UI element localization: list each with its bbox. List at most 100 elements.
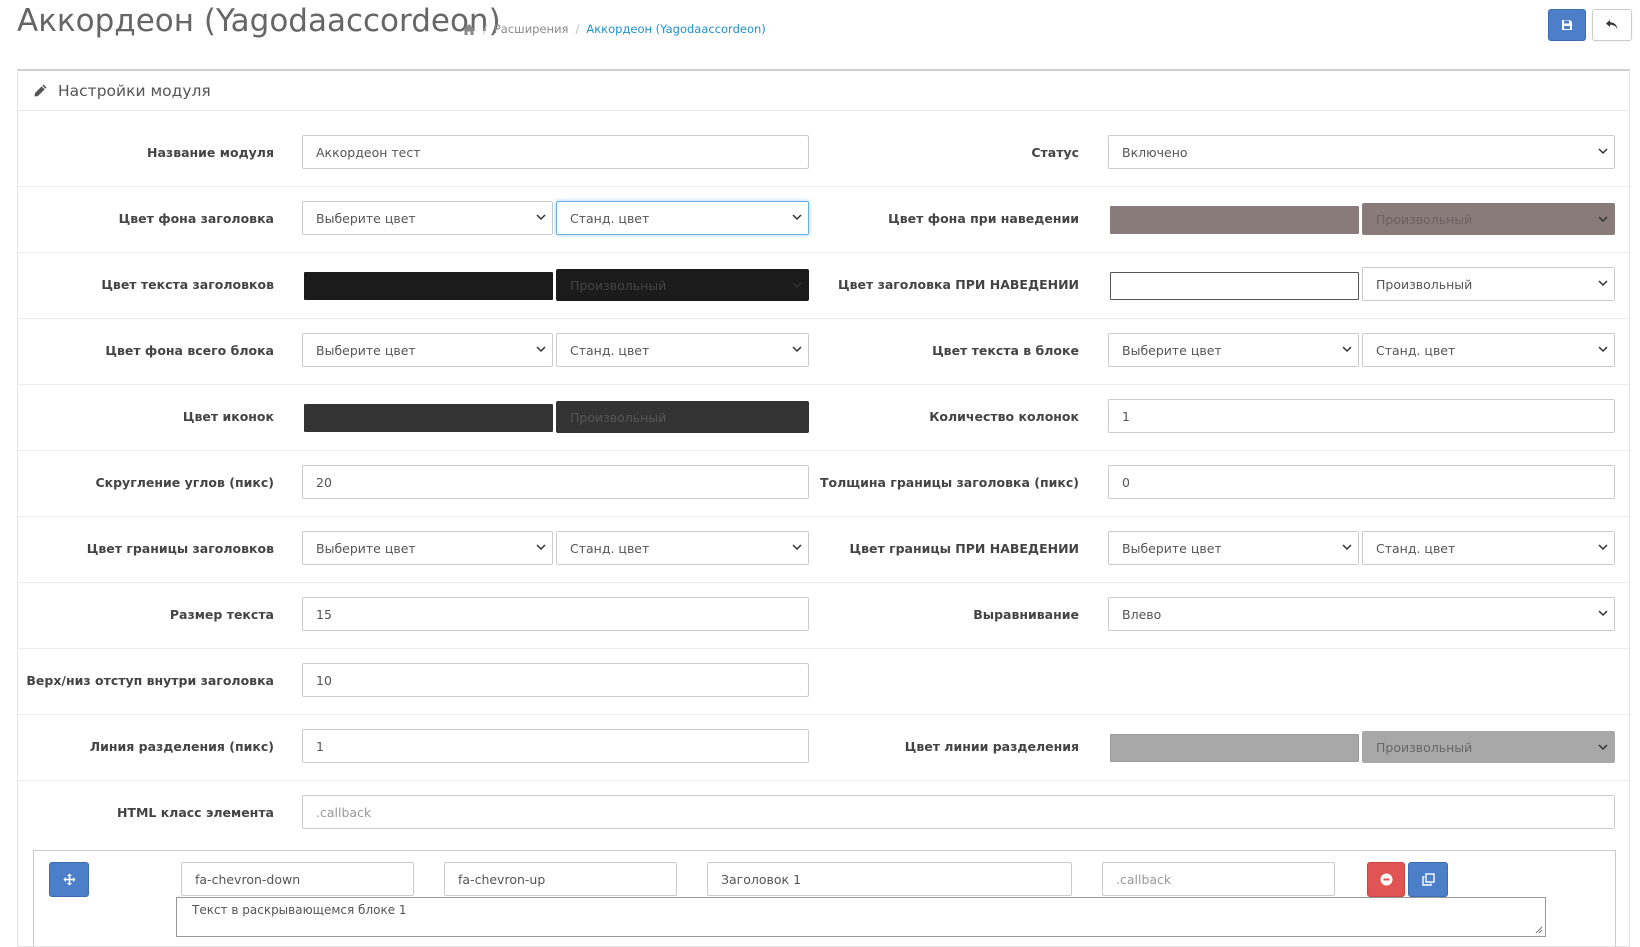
- border-color-std-select[interactable]: Станд. цвет: [556, 531, 809, 565]
- chevron-down-icon: [1598, 610, 1608, 617]
- radius-input[interactable]: 20: [302, 465, 809, 499]
- form-row: Линия разделения (пикс) 1 Цвет линии раз…: [18, 715, 1631, 781]
- breadcrumb-separator: /: [575, 22, 580, 36]
- chevron-down-icon: [536, 346, 546, 353]
- chevron-down-icon: [1598, 544, 1608, 551]
- title-bg-select[interactable]: Выберите цвет: [302, 201, 553, 235]
- columns-input[interactable]: 1: [1108, 399, 1615, 433]
- item-text-value: Текст в раскрывающемся блоке 1: [192, 903, 407, 917]
- label-html-class: HTML класс элемента: [116, 805, 274, 820]
- label-icon-color: Цвет иконок: [182, 409, 274, 424]
- label-title-text-color: Цвет текста заголовков: [101, 277, 274, 292]
- remove-button[interactable]: [1367, 862, 1405, 897]
- chevron-down-icon: [1598, 744, 1608, 751]
- border-hover-std-select[interactable]: Станд. цвет: [1362, 531, 1615, 565]
- status-select[interactable]: Включено: [1108, 135, 1615, 169]
- back-button[interactable]: [1592, 9, 1632, 41]
- select-value: Произвольный: [1376, 739, 1473, 755]
- title-text-color-swatch[interactable]: [304, 272, 553, 300]
- breadcrumb-extensions[interactable]: Расширения: [494, 22, 569, 36]
- icon-open-input[interactable]: fa-chevron-up: [444, 862, 677, 896]
- title-hover-color-select[interactable]: Произвольный: [1362, 267, 1615, 301]
- hover-bg-select[interactable]: Произвольный: [1362, 203, 1615, 235]
- block-bg-select[interactable]: Выберите цвет: [302, 333, 553, 367]
- chevron-down-icon: [536, 214, 546, 221]
- label-border-width: Толщина границы заголовка (пикс): [820, 475, 1079, 490]
- form-row: Цвет границы заголовков Выберите цвет Ст…: [18, 517, 1631, 583]
- hover-bg-color-swatch[interactable]: [1110, 206, 1359, 234]
- label-divider-color: Цвет линии разделения: [904, 739, 1079, 754]
- pencil-icon: [34, 84, 47, 97]
- form-row: Цвет текста заголовков Произвольный Цвет…: [18, 253, 1631, 319]
- label-align: Выравнивание: [973, 607, 1079, 622]
- page-header: Аккордеон (Yagodaaccordeon) / Расширения…: [0, 0, 1640, 60]
- select-value: Выберите цвет: [1122, 540, 1222, 556]
- select-value: Произвольный: [1376, 211, 1473, 227]
- padding-input[interactable]: 10: [302, 663, 809, 697]
- chevron-down-icon: [792, 544, 802, 551]
- divider-color-select[interactable]: Произвольный: [1362, 731, 1615, 763]
- label-title-bg: Цвет фона заголовка: [118, 211, 274, 226]
- block-text-select[interactable]: Выберите цвет: [1108, 333, 1359, 367]
- label-block-text: Цвет текста в блоке: [932, 343, 1079, 358]
- resize-handle-icon[interactable]: [1535, 926, 1543, 934]
- align-select[interactable]: Влево: [1108, 597, 1615, 631]
- floppy-icon: [1562, 20, 1572, 30]
- title-hover-color-swatch[interactable]: [1110, 272, 1359, 300]
- font-size-input[interactable]: 15: [302, 597, 809, 631]
- label-status: Статус: [1031, 145, 1079, 160]
- label-columns: Количество колонок: [929, 409, 1079, 424]
- breadcrumb: / Расширения / Аккордеон (Yagodaaccordeo…: [462, 22, 766, 36]
- select-value: Выберите цвет: [316, 342, 416, 358]
- label-radius: Скругление углов (пикс): [95, 475, 274, 490]
- item-text-textarea[interactable]: Текст в раскрывающемся блоке 1: [176, 897, 1546, 937]
- select-value: Влево: [1122, 606, 1162, 622]
- icon-closed-input[interactable]: fa-chevron-down: [181, 862, 414, 896]
- label-border-color: Цвет границы заголовков: [86, 541, 274, 556]
- item-title-input[interactable]: Заголовок 1: [707, 862, 1072, 896]
- border-hover-select[interactable]: Выберите цвет: [1108, 531, 1359, 565]
- item-class-input[interactable]: .callback: [1102, 862, 1335, 896]
- select-value: Станд. цвет: [570, 342, 650, 358]
- select-value: Выберите цвет: [316, 210, 416, 226]
- select-value: Выберите цвет: [1122, 342, 1222, 358]
- chevron-down-icon: [792, 414, 802, 421]
- icon-color-select[interactable]: Произвольный: [556, 401, 809, 433]
- form-row: HTML класс элемента .callback: [18, 781, 1631, 847]
- select-value: Станд. цвет: [570, 540, 650, 556]
- home-icon[interactable]: [462, 23, 476, 36]
- divider-input[interactable]: 1: [302, 729, 809, 763]
- minus-circle-icon: [1380, 873, 1392, 886]
- title-bg-std-select[interactable]: Станд. цвет: [556, 201, 809, 235]
- html-class-input[interactable]: .callback: [302, 795, 1615, 829]
- select-value: Станд. цвет: [1376, 540, 1456, 556]
- copy-icon: [1421, 873, 1435, 886]
- panel-title: Настройки модуля: [58, 81, 211, 100]
- block-bg-std-select[interactable]: Станд. цвет: [556, 333, 809, 367]
- label-title-hover-color: Цвет заголовка ПРИ НАВЕДЕНИИ: [837, 277, 1079, 292]
- border-color-select[interactable]: Выберите цвет: [302, 531, 553, 565]
- chevron-down-icon: [792, 214, 802, 221]
- icon-color-swatch[interactable]: [304, 404, 553, 432]
- move-button[interactable]: [49, 862, 89, 897]
- breadcrumb-current[interactable]: Аккордеон (Yagodaaccordeon): [586, 22, 765, 36]
- select-value: Станд. цвет: [1376, 342, 1456, 358]
- divider-color-swatch[interactable]: [1110, 734, 1359, 762]
- form-row: Скругление углов (пикс) 20 Толщина грани…: [18, 451, 1631, 517]
- label-module-name: Название модуля: [147, 145, 274, 160]
- form-row: Название модуля Аккордеон тест Статус Вк…: [18, 121, 1631, 187]
- form-row: Верх/низ отступ внутри заголовка 10: [18, 649, 1631, 715]
- module-name-input[interactable]: Аккордеон тест: [302, 135, 809, 169]
- label-hover-bg: Цвет фона при наведении: [888, 211, 1079, 226]
- form-row: Размер текста 15 Выравнивание Влево: [18, 583, 1631, 649]
- copy-button[interactable]: [1408, 862, 1448, 897]
- select-value: Произвольный: [570, 277, 667, 293]
- chevron-down-icon: [792, 346, 802, 353]
- status-value: Включено: [1122, 144, 1188, 160]
- settings-panel: Настройки модуля Название модуля Аккорде…: [17, 69, 1631, 947]
- border-width-input[interactable]: 0: [1108, 465, 1615, 499]
- save-button[interactable]: [1548, 9, 1586, 41]
- label-font-size: Размер текста: [169, 607, 274, 622]
- title-text-color-select[interactable]: Произвольный: [556, 269, 809, 301]
- block-text-std-select[interactable]: Станд. цвет: [1362, 333, 1615, 367]
